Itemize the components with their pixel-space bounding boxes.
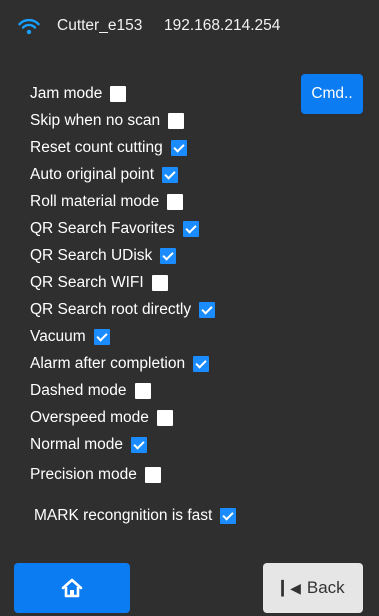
option-row[interactable]: MARK recongnition is fast xyxy=(34,504,237,528)
option-checkbox[interactable] xyxy=(162,167,179,183)
option-label: Jam mode xyxy=(30,85,103,102)
option-label: Skip when no scan xyxy=(30,112,161,129)
option-checkbox[interactable] xyxy=(168,113,185,129)
option-checkbox[interactable] xyxy=(220,508,237,524)
option-label: Vacuum xyxy=(30,328,86,345)
option-label: QR Search Favorites xyxy=(30,220,175,237)
option-checkbox[interactable] xyxy=(93,329,110,345)
option-label: QR Search WIFI xyxy=(30,274,144,291)
option-checkbox[interactable] xyxy=(160,248,177,264)
cutter-settings-screen: Cutter_e153 192.168.214.254 Cmd.. Jam mo… xyxy=(0,0,379,616)
option-row[interactable]: Alarm after completion xyxy=(30,352,210,376)
option-label: QR Search UDisk xyxy=(30,247,153,264)
option-row[interactable]: QR Search WIFI xyxy=(30,271,168,295)
option-row[interactable]: Jam mode xyxy=(30,82,127,106)
option-checkbox[interactable] xyxy=(199,302,216,318)
ip-address: 192.168.214.254 xyxy=(164,17,281,34)
option-label: Overspeed mode xyxy=(30,409,149,426)
back-button[interactable]: ▎◀ Back xyxy=(263,563,363,613)
option-checkbox[interactable] xyxy=(193,356,210,372)
option-row[interactable]: Vacuum xyxy=(30,325,110,349)
status-bar: Cutter_e153 192.168.214.254 xyxy=(0,0,379,56)
option-row[interactable]: Dashed mode xyxy=(30,379,151,403)
option-label: Precision mode xyxy=(30,466,137,483)
option-checkbox[interactable] xyxy=(151,275,168,291)
option-row[interactable]: QR Search UDisk xyxy=(30,244,177,268)
option-label: MARK recongnition is fast xyxy=(34,507,213,524)
option-checkbox[interactable] xyxy=(156,410,173,426)
skip-back-icon: ▎◀ xyxy=(281,579,300,596)
option-row[interactable]: QR Search root directly xyxy=(30,298,216,322)
option-checkbox[interactable] xyxy=(167,194,184,210)
option-row[interactable]: Precision mode xyxy=(30,463,161,487)
option-label: Roll material mode xyxy=(30,193,160,210)
option-label: Auto original point xyxy=(30,166,155,183)
option-row[interactable]: QR Search Favorites xyxy=(30,217,199,241)
option-label: Dashed mode xyxy=(30,382,127,399)
option-checkbox[interactable] xyxy=(134,383,151,399)
back-label: Back xyxy=(306,578,345,597)
option-row[interactable]: Auto original point xyxy=(30,163,179,187)
option-checkbox[interactable] xyxy=(110,86,127,102)
option-row[interactable]: Roll material mode xyxy=(30,190,184,214)
home-button[interactable] xyxy=(14,563,130,613)
option-row[interactable]: Normal mode xyxy=(30,433,148,457)
option-row[interactable]: Skip when no scan xyxy=(30,109,185,133)
option-label: QR Search root directly xyxy=(30,301,192,318)
option-label: Reset count cutting xyxy=(30,139,163,156)
option-row[interactable]: Overspeed mode xyxy=(30,406,173,430)
option-row[interactable]: Reset count cutting xyxy=(30,136,187,160)
cmd-button[interactable]: Cmd.. xyxy=(301,74,363,114)
device-name: Cutter_e153 xyxy=(57,17,143,34)
option-checkbox[interactable] xyxy=(131,437,148,453)
option-label: Normal mode xyxy=(30,436,124,453)
option-checkbox[interactable] xyxy=(144,467,161,483)
option-checkbox[interactable] xyxy=(170,140,187,156)
option-label: Alarm after completion xyxy=(30,355,186,372)
wifi-icon xyxy=(18,18,40,35)
home-icon xyxy=(61,578,83,598)
option-checkbox[interactable] xyxy=(182,221,199,237)
